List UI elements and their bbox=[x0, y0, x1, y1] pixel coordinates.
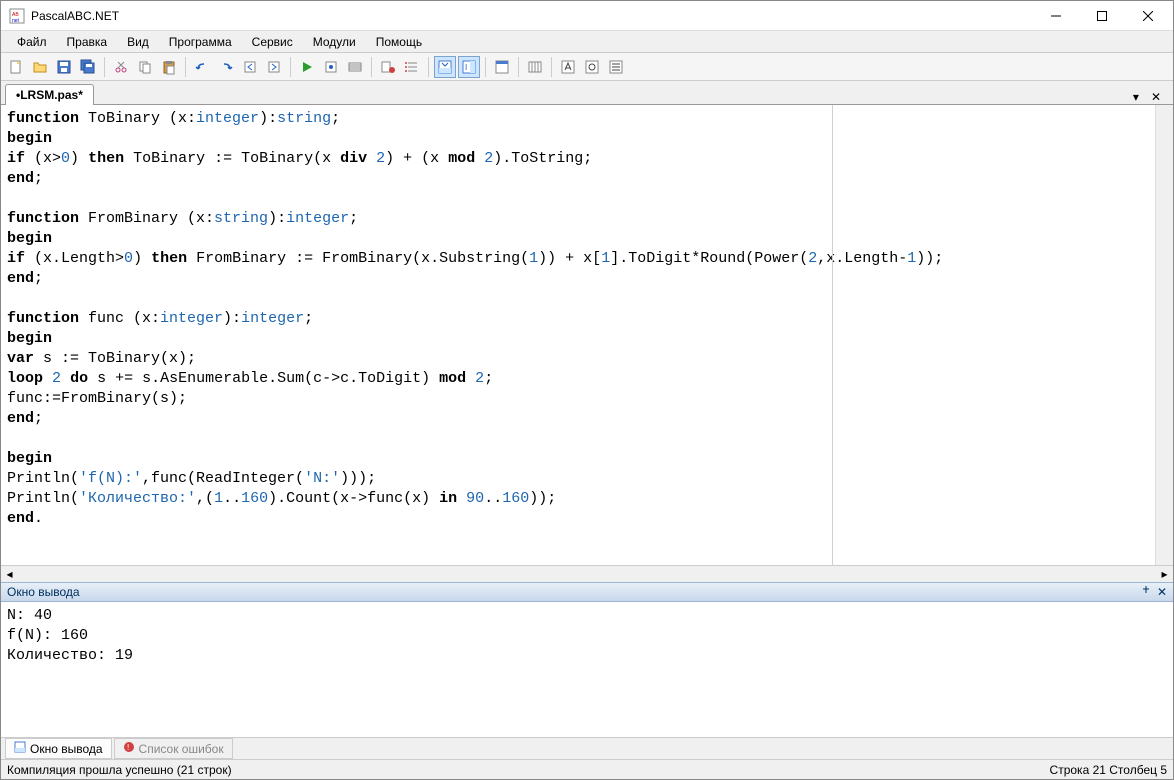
menu-сервис[interactable]: Сервис bbox=[242, 33, 303, 51]
bottom-tab-bar: Окно вывода! Список ошибок bbox=[1, 737, 1173, 759]
break-toggle-button[interactable] bbox=[377, 56, 399, 78]
editor-area: function ToBinary (x:integer):string;beg… bbox=[1, 105, 1173, 565]
tool-c-button[interactable] bbox=[605, 56, 627, 78]
bottom-tab-label: Список ошибок bbox=[139, 742, 224, 756]
close-button[interactable] bbox=[1125, 2, 1171, 30]
minimize-button[interactable] bbox=[1033, 2, 1079, 30]
menu-bar: ФайлПравкаВидПрограммаСервисМодулиПомощь bbox=[1, 31, 1173, 53]
form-designer-button[interactable] bbox=[491, 56, 513, 78]
tab-close-button[interactable]: ✕ bbox=[1147, 90, 1165, 104]
menu-вид[interactable]: Вид bbox=[117, 33, 159, 51]
bottom-tab-errors[interactable]: ! Список ошибок bbox=[114, 738, 233, 759]
panel-output-toggle[interactable] bbox=[434, 56, 456, 78]
maximize-button[interactable] bbox=[1079, 2, 1125, 30]
status-cursor-position: Строка 21 Столбец 5 bbox=[1050, 763, 1167, 777]
document-tab[interactable]: •LRSM.pas* bbox=[5, 84, 94, 105]
bottom-tab-output[interactable]: Окно вывода bbox=[5, 738, 112, 759]
tab-dropdown-button[interactable]: ▾ bbox=[1129, 90, 1143, 104]
break-list-button[interactable] bbox=[401, 56, 423, 78]
nav-forward-button[interactable] bbox=[263, 56, 285, 78]
pin-icon[interactable] bbox=[1141, 585, 1151, 599]
menu-программа[interactable]: Программа bbox=[159, 33, 242, 51]
output-panel-title: Окно вывода bbox=[7, 585, 80, 599]
bottom-tab-label: Окно вывода bbox=[30, 742, 103, 756]
svg-text:!: ! bbox=[127, 743, 129, 752]
vertical-scrollbar[interactable] bbox=[1155, 105, 1173, 565]
toolbar: I bbox=[1, 53, 1173, 81]
split-divider[interactable] bbox=[832, 105, 833, 565]
svg-text:I: I bbox=[465, 63, 467, 72]
new-file-button[interactable] bbox=[5, 56, 27, 78]
output-panel-header: Окно вывода ✕ bbox=[1, 582, 1173, 602]
svg-text:net: net bbox=[12, 18, 20, 24]
menu-модули[interactable]: Модули bbox=[303, 33, 366, 51]
code-editor[interactable]: function ToBinary (x:integer):string;beg… bbox=[1, 105, 1155, 565]
run-button[interactable] bbox=[296, 56, 318, 78]
menu-правка[interactable]: Правка bbox=[57, 33, 118, 51]
save-file-button[interactable] bbox=[53, 56, 75, 78]
menu-помощь[interactable]: Помощь bbox=[366, 33, 432, 51]
cut-button[interactable] bbox=[110, 56, 132, 78]
horizontal-scrollbar[interactable]: ◂ ▸ bbox=[1, 565, 1173, 582]
scroll-left-icon[interactable]: ◂ bbox=[1, 566, 18, 583]
scroll-right-icon[interactable]: ▸ bbox=[1156, 566, 1173, 583]
document-tab-bar: •LRSM.pas* ▾ ✕ bbox=[1, 81, 1173, 105]
paste-button[interactable] bbox=[158, 56, 180, 78]
menu-файл[interactable]: Файл bbox=[7, 33, 57, 51]
output-icon bbox=[14, 741, 26, 756]
panel-side-toggle[interactable]: I bbox=[458, 56, 480, 78]
open-file-button[interactable] bbox=[29, 56, 51, 78]
save-all-button[interactable] bbox=[77, 56, 99, 78]
app-icon: ABnet bbox=[9, 8, 25, 24]
undo-button[interactable] bbox=[191, 56, 213, 78]
status-bar: Компиляция прошла успешно (21 строк) Стр… bbox=[1, 759, 1173, 779]
nav-back-button[interactable] bbox=[239, 56, 261, 78]
panel-close-icon[interactable]: ✕ bbox=[1157, 585, 1167, 599]
step-button[interactable] bbox=[320, 56, 342, 78]
compile-button[interactable] bbox=[344, 56, 366, 78]
output-text[interactable]: N: 40 f(N): 160 Количество: 19 bbox=[1, 602, 1173, 737]
tool-b-button[interactable] bbox=[581, 56, 603, 78]
copy-button[interactable] bbox=[134, 56, 156, 78]
tool-a-button[interactable] bbox=[557, 56, 579, 78]
window-title: PascalABC.NET bbox=[31, 9, 1033, 23]
errors-icon: ! bbox=[123, 741, 135, 756]
options-button[interactable] bbox=[524, 56, 546, 78]
title-bar: ABnet PascalABC.NET bbox=[1, 1, 1173, 31]
redo-button[interactable] bbox=[215, 56, 237, 78]
status-compile-message: Компиляция прошла успешно (21 строк) bbox=[7, 763, 232, 777]
